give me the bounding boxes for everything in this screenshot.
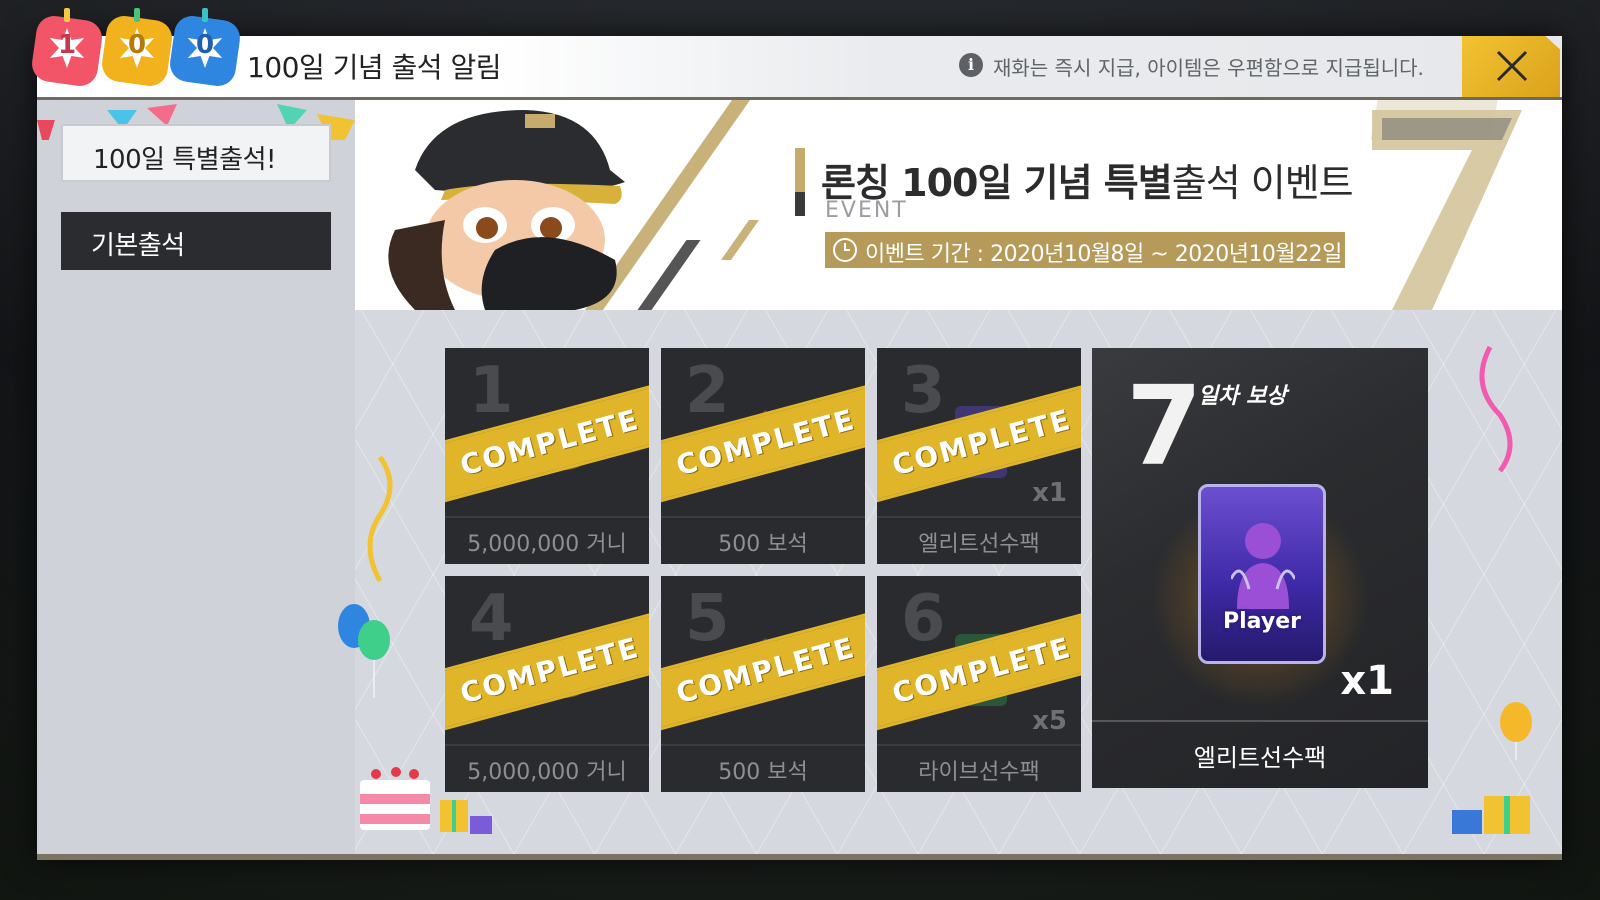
event-banner: 론칭 100일 기념 특별출석 이벤트 EVENT 이벤트 기간 : 2020년… bbox=[355, 100, 1562, 310]
reward-label: 5,000,000 거니 bbox=[467, 532, 627, 557]
reward-quantity: x1 bbox=[1340, 658, 1394, 704]
cake-and-gift-icon bbox=[360, 767, 492, 834]
bottom-strip bbox=[37, 854, 1562, 860]
day-number: 7 bbox=[1126, 362, 1203, 490]
reward-label: 엘리트선수팩 bbox=[918, 532, 1040, 557]
reward-card-day-6[interactable]: 6 COMPLETE x5 라이브선수팩 bbox=[877, 576, 1081, 792]
card-divider bbox=[877, 744, 1081, 746]
event-period: 이벤트 기간 : 2020년10월8일 ~ 2020년10월22일 bbox=[825, 232, 1345, 268]
badge-number: 1 bbox=[57, 30, 77, 60]
reward-card-day-5[interactable]: 5 COMPLETE 500 보석 bbox=[661, 576, 865, 792]
streamer-yellow-icon bbox=[367, 455, 393, 583]
pack-label: Player bbox=[1223, 609, 1301, 634]
seven-decoration-icon bbox=[1372, 110, 1522, 310]
reward-label: 500 보석 bbox=[718, 760, 808, 785]
event-period-text: 이벤트 기간 : 2020년10월8일 ~ 2020년10월22일 bbox=[865, 242, 1342, 267]
balloons-icon bbox=[338, 604, 390, 698]
badge-digit-3: 0 bbox=[167, 8, 243, 89]
reward-label: 라이브선수팩 bbox=[918, 760, 1040, 785]
reward-label: 500 보석 bbox=[718, 532, 808, 557]
gift-box-icon bbox=[1452, 796, 1530, 834]
sidebar: 100일 특별출석! 기본출석 bbox=[37, 100, 355, 860]
dialog-titlebar: 100일 기념 출석 알림 i 재화는 즉시 지급, 아이템은 우편함으로 지급… bbox=[37, 36, 1562, 100]
info-icon: i bbox=[959, 53, 983, 77]
dialog-title: 100일 기념 출석 알림 bbox=[247, 51, 501, 84]
reward-card-day-7[interactable]: 7 일차 보상 Player x1 엘리트선수팩 bbox=[1092, 348, 1428, 788]
badge-digit-1: 1 bbox=[29, 8, 105, 89]
badge-number: 0 bbox=[195, 30, 215, 60]
reward-card-day-2[interactable]: 2 COMPLETE 500 보석 bbox=[661, 348, 865, 564]
reward-quantity: x5 bbox=[1032, 706, 1067, 736]
reward-label: 엘리트선수팩 bbox=[1193, 744, 1327, 772]
card-divider bbox=[1092, 720, 1428, 722]
sidebar-item-label: 기본출석 bbox=[91, 231, 185, 261]
card-divider bbox=[661, 744, 865, 746]
reward-card-day-1[interactable]: 1 COMPLETE 5,000,000 거니 bbox=[445, 348, 649, 564]
day-reward-label: 일차 보상 bbox=[1198, 384, 1287, 409]
sidebar-item-label: 100일 특별출석! bbox=[93, 145, 276, 175]
close-button[interactable] bbox=[1462, 36, 1560, 97]
clock-icon bbox=[833, 238, 857, 262]
close-icon bbox=[1496, 50, 1528, 82]
banner-title-rest: 출석 이벤트 bbox=[1171, 161, 1354, 205]
sidebar-item-special-attendance[interactable]: 100일 특별출석! bbox=[61, 124, 331, 182]
streamer-pink-icon bbox=[1479, 345, 1513, 473]
info-text: 재화는 즉시 지급, 아이템은 우편함으로 지급됩니다. bbox=[993, 56, 1424, 80]
reward-quantity: x1 bbox=[1032, 478, 1067, 508]
reward-card-day-3[interactable]: 3 COMPLETE x1 엘리트선수팩 bbox=[877, 348, 1081, 564]
sidebar-item-basic-attendance[interactable]: 기본출석 bbox=[61, 212, 331, 270]
card-divider bbox=[445, 516, 649, 518]
player-silhouette-icon bbox=[1231, 523, 1295, 609]
balloon-yellow-icon bbox=[1500, 702, 1532, 760]
banner-accent-bar-dark bbox=[795, 192, 805, 216]
card-divider bbox=[661, 516, 865, 518]
elite-pack-icon: Player bbox=[1198, 484, 1326, 664]
banner-subtitle: EVENT bbox=[825, 198, 908, 223]
card-divider bbox=[445, 744, 649, 746]
pitcher-character-icon bbox=[388, 110, 625, 310]
badge-digit-2: 0 bbox=[99, 8, 175, 89]
badge-number: 0 bbox=[127, 30, 147, 60]
card-divider bbox=[877, 516, 1081, 518]
